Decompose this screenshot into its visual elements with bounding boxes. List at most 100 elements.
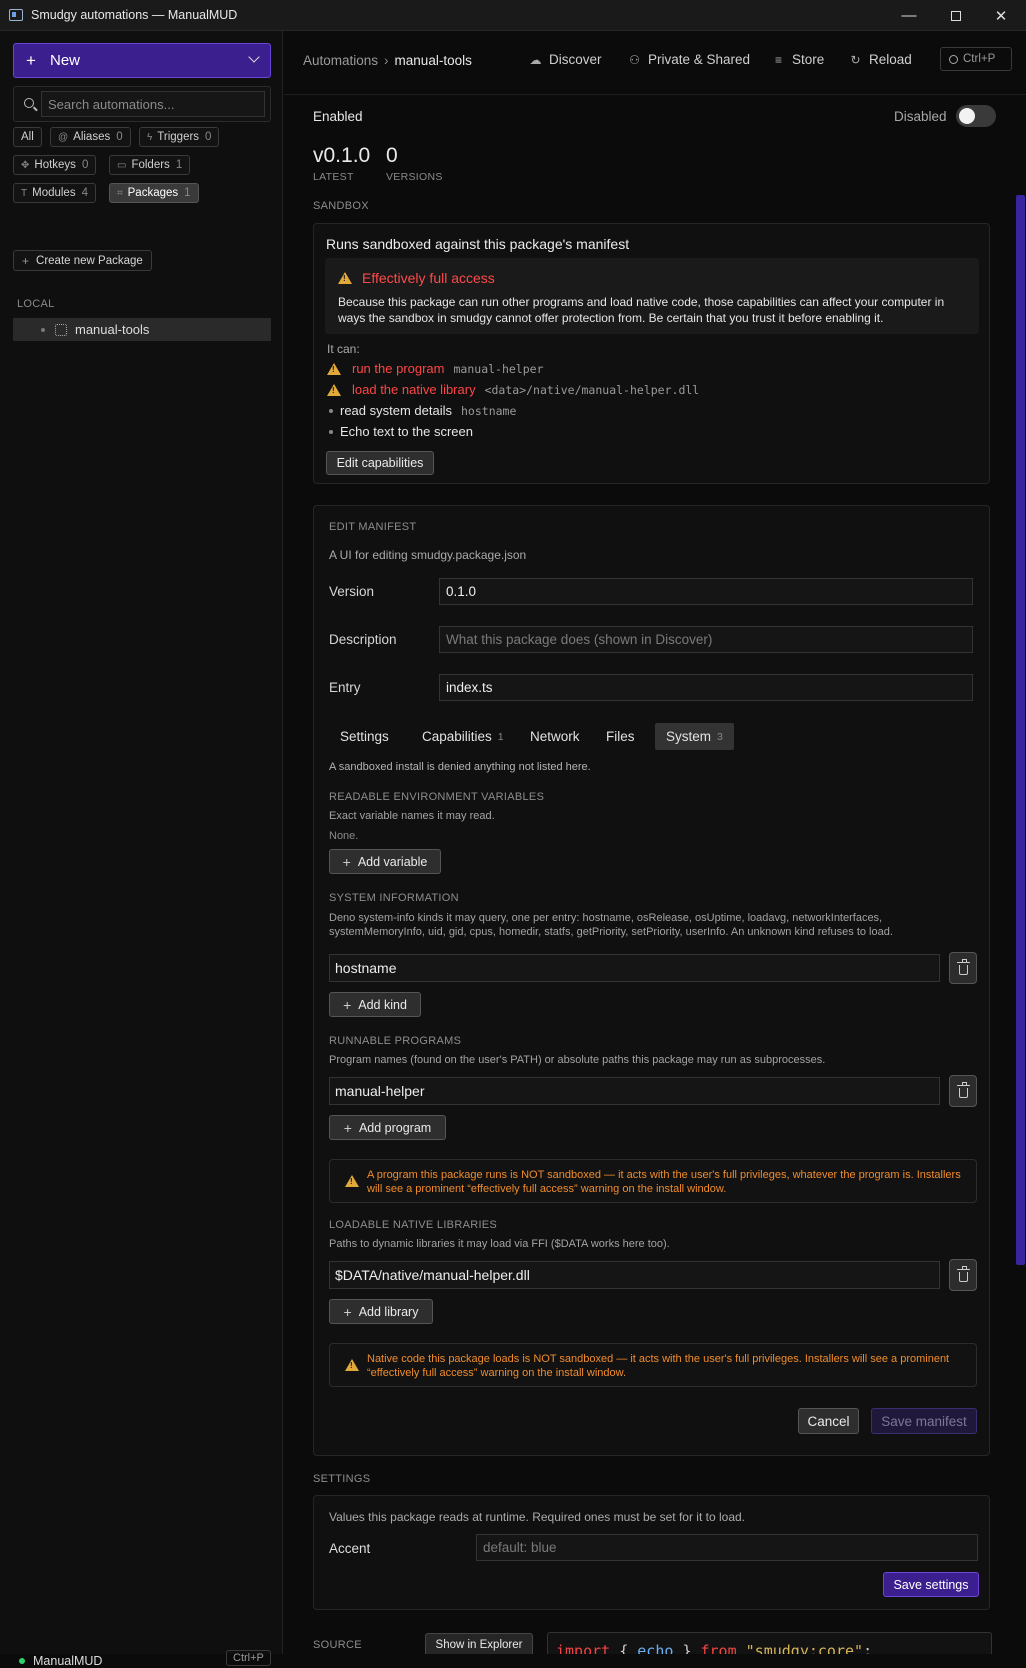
tree-item-manual-tools[interactable]: manual-tools xyxy=(13,318,271,341)
sysinfo-desc: Deno system-info kinds it may query, one… xyxy=(329,912,893,938)
accent-input[interactable] xyxy=(476,1534,978,1561)
toggle-knob xyxy=(959,108,975,124)
nav-private-shared[interactable]: ⚇ Private & Shared xyxy=(628,52,750,67)
maximize-button[interactable] xyxy=(933,0,979,31)
plus-icon: + xyxy=(26,50,36,70)
topbar: Automations › manual-tools ☁ Discover ⚇ Priv… xyxy=(284,31,1026,95)
delete-library-button[interactable] xyxy=(949,1259,977,1291)
add-library-button[interactable]: + Add library xyxy=(329,1299,433,1324)
scrollbar-thumb[interactable] xyxy=(1016,195,1025,1265)
capability-item: load the native library <data>/native/ma… xyxy=(327,382,699,397)
filter-folders[interactable]: ▭ Folders 1 xyxy=(109,155,191,175)
entry-label: Entry xyxy=(329,680,361,695)
tab-capabilities[interactable]: Capabilities 1 xyxy=(411,723,515,750)
capability-code: hostname xyxy=(461,403,517,418)
add-variable-button[interactable]: + Add variable xyxy=(329,849,441,874)
filter-label: Modules xyxy=(32,187,76,199)
description-label: Description xyxy=(329,632,397,647)
trash-icon xyxy=(956,1265,970,1282)
chevron-down-icon[interactable] xyxy=(248,51,260,63)
filter-count: 1 xyxy=(175,159,183,171)
code-token: from xyxy=(700,1642,737,1654)
sysinfo-entry-input[interactable] xyxy=(329,954,940,982)
cancel-button[interactable]: Cancel xyxy=(798,1408,859,1434)
module-icon: T xyxy=(21,187,28,199)
status-name: ManualMUD xyxy=(33,1654,103,1668)
tab-settings[interactable]: Settings xyxy=(329,723,400,750)
hotkey-icon: ✥ xyxy=(21,159,30,171)
entry-input[interactable] xyxy=(439,674,973,701)
save-manifest-button[interactable]: Save manifest xyxy=(871,1408,977,1434)
libraries-desc: Paths to dynamic libraries it may load v… xyxy=(329,1238,670,1250)
show-in-explorer-button[interactable]: Show in Explorer xyxy=(425,1633,533,1654)
at-icon: @ xyxy=(58,131,69,143)
deny-note: A sandboxed install is denied anything n… xyxy=(329,761,591,773)
sandbox-card: Runs sandboxed against this package's ma… xyxy=(313,223,990,484)
latest-version-value: v0.1.0 xyxy=(313,144,371,167)
tab-system[interactable]: System 3 xyxy=(655,723,734,750)
add-kind-button[interactable]: + Add kind xyxy=(329,992,421,1017)
command-palette-button[interactable]: Ctrl+P xyxy=(940,47,1012,71)
edit-capabilities-button[interactable]: Edit capabilities xyxy=(326,451,434,475)
minimize-button[interactable]: — xyxy=(886,0,932,31)
filter-triggers[interactable]: ϟ Triggers 0 xyxy=(139,127,220,147)
connection-status: ManualMUD xyxy=(19,1654,102,1668)
version-label: Version xyxy=(329,584,375,599)
edit-manifest-card: EDIT MANIFEST A UI for editing smudgy.pa… xyxy=(313,505,990,1456)
create-package-button[interactable]: + Create new Package xyxy=(13,250,152,271)
filter-aliases[interactable]: @ Aliases 0 xyxy=(50,127,131,147)
library-entry-input[interactable] xyxy=(329,1261,940,1289)
programs-header: RUNNABLE PROGRAMS xyxy=(329,1035,462,1047)
breadcrumb-root[interactable]: Automations xyxy=(303,53,378,68)
filter-label: Triggers xyxy=(157,131,200,143)
tab-files[interactable]: Files xyxy=(595,723,646,750)
search-box xyxy=(13,86,271,122)
filter-packages[interactable]: ⌗ Packages 1 xyxy=(109,183,199,203)
source-code-viewer[interactable]: import { echo } from "smudgy:core"; xyxy=(547,1632,992,1654)
warning-icon xyxy=(338,272,352,284)
main-panel: Enabled Disabled v0.1.0 LATEST 0 VERSION… xyxy=(284,95,1015,1654)
capability-text: load the native library xyxy=(352,382,476,397)
save-settings-button[interactable]: Save settings xyxy=(883,1572,979,1597)
plus-icon: + xyxy=(22,253,30,268)
nav-reload[interactable]: ↻ Reload xyxy=(849,52,911,67)
settings-header: SETTINGS xyxy=(313,1473,371,1485)
nav-store[interactable]: ≡ Store xyxy=(772,52,824,67)
delete-sysinfo-button[interactable] xyxy=(949,952,977,984)
program-entry-input[interactable] xyxy=(329,1077,940,1105)
nav-discover[interactable]: ☁ Discover xyxy=(529,52,602,67)
plus-icon: + xyxy=(343,1119,352,1136)
tab-network[interactable]: Network xyxy=(519,723,591,750)
delete-program-button[interactable] xyxy=(949,1075,977,1107)
edit-manifest-header: EDIT MANIFEST xyxy=(329,521,417,533)
sidebar: + New All @ Aliases 0 ϟ Triggers 0 ✥ Hot… xyxy=(0,31,283,1668)
filter-count: 0 xyxy=(81,159,89,171)
breadcrumb-current: manual-tools xyxy=(394,53,472,68)
it-can-label: It can: xyxy=(327,342,360,356)
filter-modules[interactable]: T Modules 4 xyxy=(13,183,96,203)
add-program-button[interactable]: + Add program xyxy=(329,1115,446,1140)
sandbox-header: SANDBOX xyxy=(313,200,369,212)
full-access-warning: Effectively full access Because this pac… xyxy=(325,258,979,334)
code-token: { xyxy=(619,1642,629,1654)
search-icon xyxy=(24,98,34,108)
warning-icon xyxy=(327,383,341,396)
filter-hotkeys[interactable]: ✥ Hotkeys 0 xyxy=(13,155,97,175)
code-token: import xyxy=(556,1642,611,1654)
warning-icon xyxy=(327,362,341,375)
code-token: "smudgy:core" xyxy=(745,1642,864,1654)
filter-all[interactable]: All xyxy=(13,127,42,147)
breadcrumb-separator: › xyxy=(384,53,389,68)
enabled-label: Enabled xyxy=(313,109,363,124)
version-input[interactable] xyxy=(439,578,973,605)
new-button[interactable]: + New xyxy=(13,43,271,78)
cloud-icon: ☁ xyxy=(529,52,542,67)
nav-label: Private & Shared xyxy=(648,52,751,67)
close-window-button[interactable]: ✕ xyxy=(978,0,1024,31)
search-input[interactable] xyxy=(41,91,265,117)
button-label: Add kind xyxy=(358,997,407,1012)
description-input[interactable] xyxy=(439,626,973,653)
enable-toggle[interactable] xyxy=(956,105,996,127)
settings-desc: Values this package reads at runtime. Re… xyxy=(329,1510,746,1524)
env-header: READABLE ENVIRONMENT VARIABLES xyxy=(329,791,545,803)
